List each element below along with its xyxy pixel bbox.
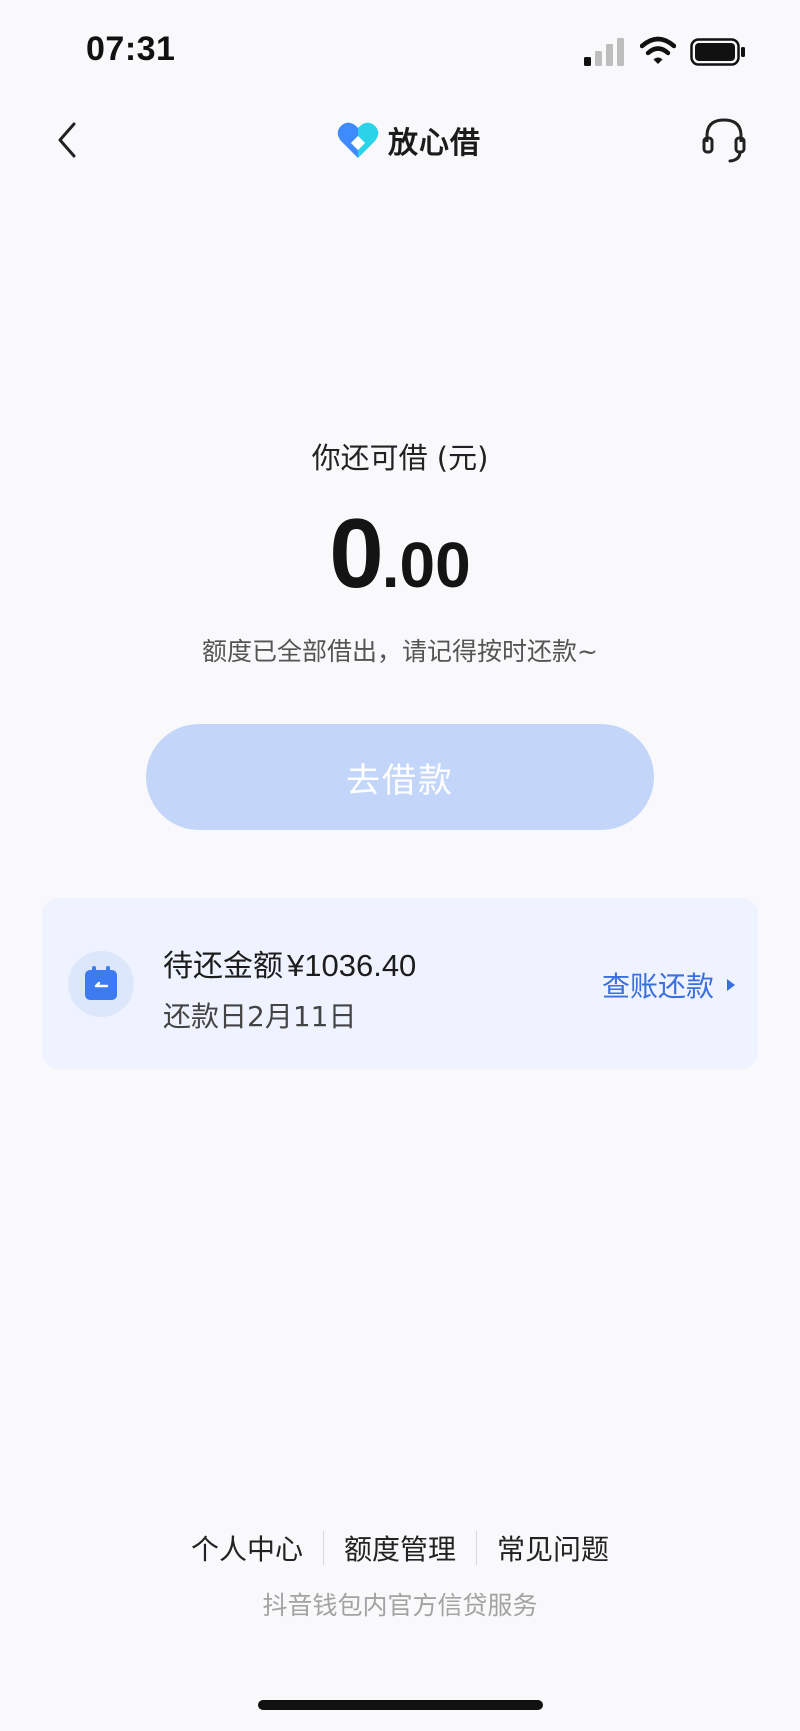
borrow-button[interactable]: 去借款 [146,724,654,830]
footer-link-credit-management[interactable]: 额度管理 [324,1528,476,1568]
caret-right-icon [727,979,735,991]
headset-icon[interactable] [700,114,748,166]
footer-links: 个人中心 额度管理 常见问题 [0,1528,800,1568]
home-indicator[interactable] [258,1700,543,1710]
calendar-icon-wrap [68,951,134,1017]
brand-name: 放心借 [388,126,481,161]
footer-link-personal-center[interactable]: 个人中心 [171,1528,323,1568]
footer-note: 抖音钱包内官方信贷服务 [262,1591,538,1620]
available-amount: 0.00 [0,497,800,610]
repay-title: 待还金额 ¥1036.40 [163,941,416,985]
check-repay-label: 查账还款 [601,970,714,1003]
calendar-icon [85,966,117,1000]
battery-icon [690,38,745,66]
available-label: 你还可借 (元) [311,441,489,475]
footer-link-faq[interactable]: 常见问题 [477,1528,629,1568]
chevron-left-icon[interactable] [48,116,88,164]
repay-amount: ¥1036.40 [287,948,417,983]
status-time: 07:31 [86,30,176,68]
repay-title-label: 待还金额 [163,949,283,984]
status-bar: 07:31 [0,0,800,100]
wifi-icon [640,36,676,64]
available-amount-integer: 0 [329,498,383,608]
repay-card[interactable]: 待还金额 ¥1036.40 还款日2月11日 查账还款 [42,898,758,1069]
credit-hint: 额度已全部借出，请记得按时还款~ [202,637,598,666]
available-amount-decimal: .00 [381,529,471,601]
signal-icon [584,38,624,66]
brand: 放心借 [336,118,481,162]
heart-logo-icon [337,122,379,158]
nav-bar: 放心借 [0,100,800,180]
check-repay-link[interactable]: 查账还款 [602,965,736,1005]
repay-due-date: 还款日2月11日 [163,1000,357,1033]
